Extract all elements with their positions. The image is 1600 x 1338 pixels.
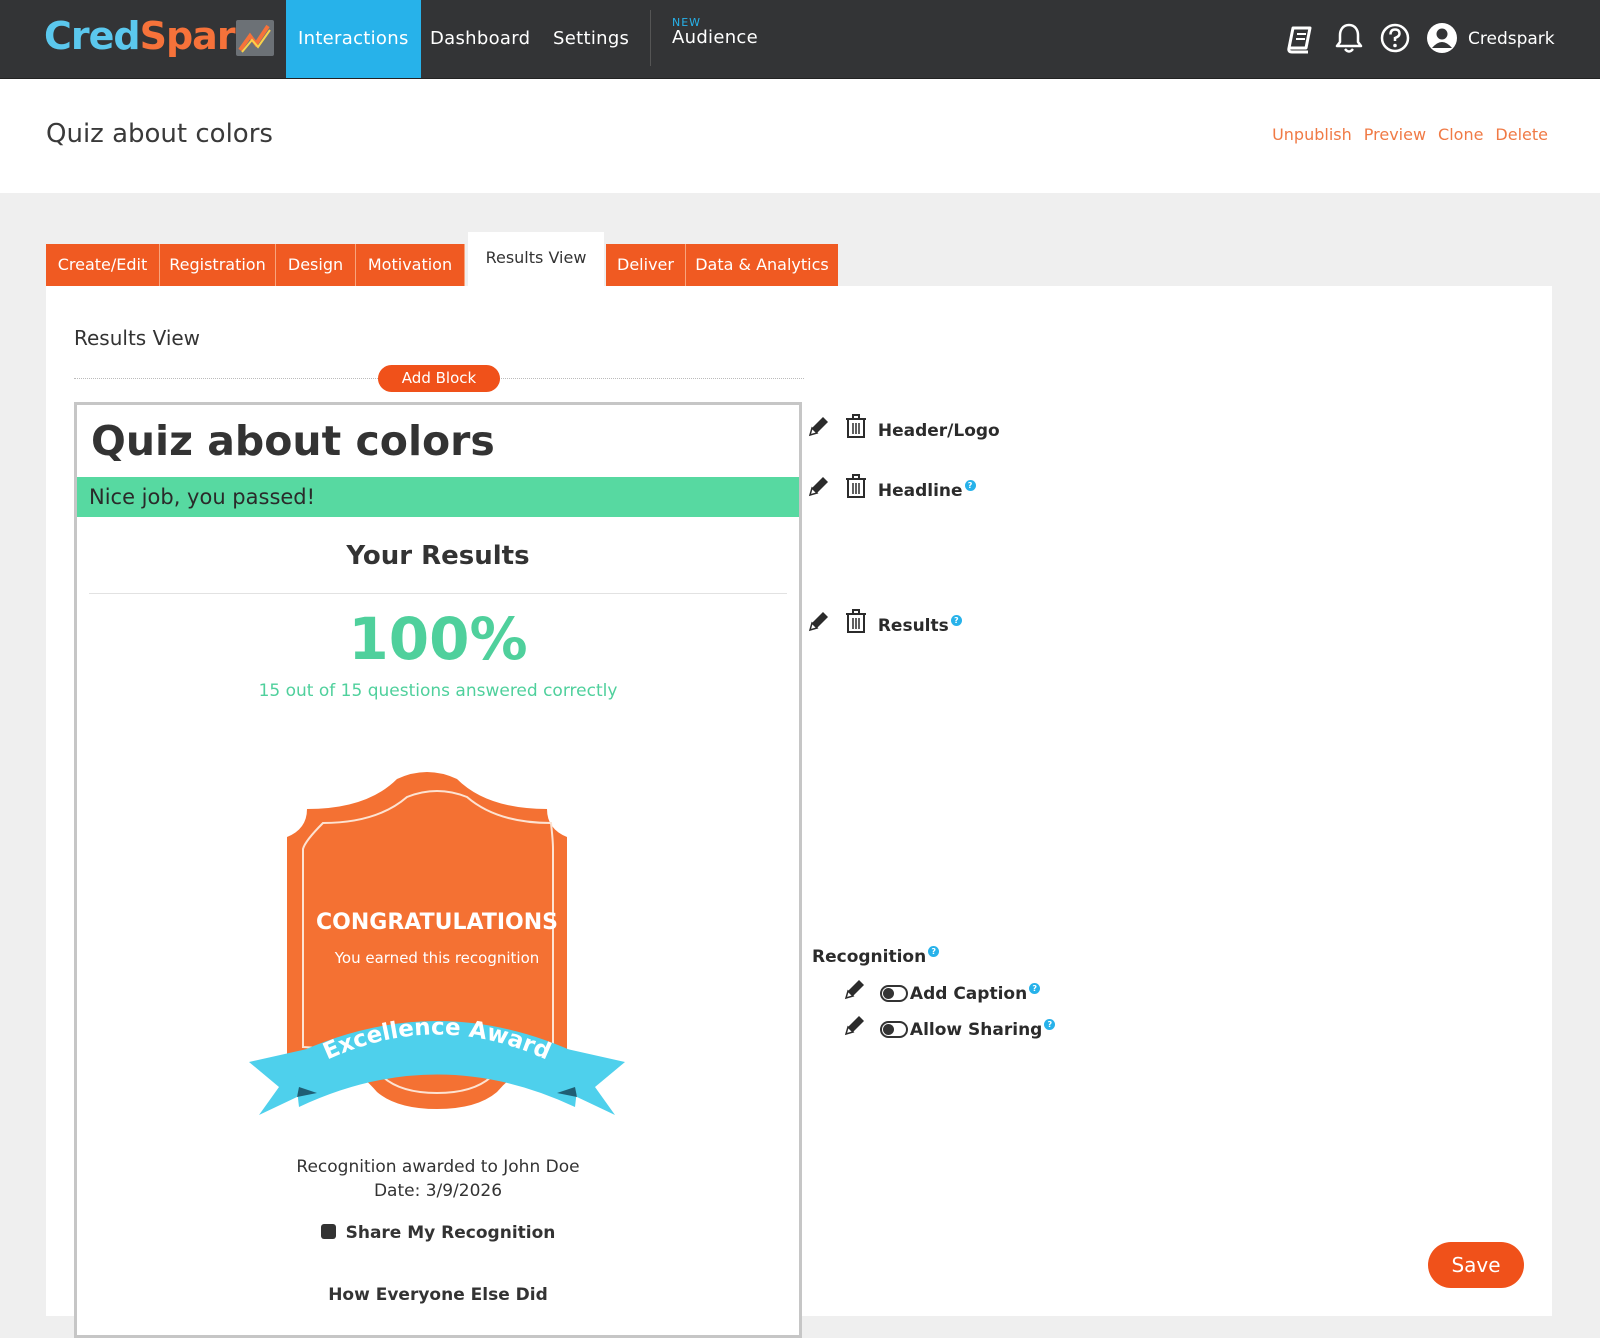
recognition-add-caption: Add Caption? xyxy=(842,976,1041,1004)
results-view-panel: Results View Add Block Quiz about colors… xyxy=(46,286,1552,1338)
tab-results-view[interactable]: Results View xyxy=(468,232,604,286)
share-recognition-link[interactable]: Share My Recognition xyxy=(77,1223,799,1243)
tab-deliver[interactable]: Deliver xyxy=(606,244,686,286)
pencil-icon[interactable] xyxy=(842,1012,868,1047)
help-badge-icon[interactable]: ? xyxy=(1044,1018,1056,1030)
tab-design[interactable]: Design xyxy=(276,244,356,286)
logo-chart-icon xyxy=(236,20,274,56)
nav-audience[interactable]: Audience xyxy=(672,27,758,48)
clone-link[interactable]: Clone xyxy=(1438,125,1483,144)
tab-create-edit[interactable]: Create/Edit xyxy=(46,244,160,286)
user-avatar-icon[interactable] xyxy=(1424,20,1460,56)
share-label: Share My Recognition xyxy=(345,1223,556,1243)
help-badge-icon[interactable]: ? xyxy=(950,614,962,626)
preview-link[interactable]: Preview xyxy=(1364,125,1426,144)
pencil-icon[interactable] xyxy=(806,473,832,508)
badge-shield-icon: CONGRATULATIONS You earned this recognit… xyxy=(249,772,625,1115)
score-percent: 100% xyxy=(348,605,528,673)
recognition-allow-sharing: Allow Sharing? xyxy=(842,1012,1056,1040)
block-label-headline: Headline xyxy=(877,480,963,501)
book-icon[interactable] xyxy=(1284,20,1320,56)
page-actions: Unpublish Preview Clone Delete xyxy=(1260,125,1548,144)
block-recognition: Recognition? xyxy=(812,943,940,971)
award-date: Date: 3/9/2026 xyxy=(373,1181,503,1201)
page-title: Quiz about colors xyxy=(46,119,273,149)
unpublish-link[interactable]: Unpublish xyxy=(1272,125,1352,144)
how-others-heading: How Everyone Else Did xyxy=(328,1285,548,1305)
help-icon[interactable] xyxy=(1377,20,1413,56)
add-caption-label: Add Caption xyxy=(909,983,1028,1004)
allow-sharing-toggle[interactable] xyxy=(879,1021,908,1038)
help-badge-icon[interactable]: ? xyxy=(928,946,940,957)
trash-icon[interactable] xyxy=(844,473,868,508)
tab-data-analytics[interactable]: Data & Analytics xyxy=(686,244,838,286)
block-label-recognition: Recognition xyxy=(812,947,927,967)
logo-text-cred: Cred xyxy=(44,14,141,58)
user-name[interactable]: Credspark xyxy=(1468,0,1555,78)
pencil-icon[interactable] xyxy=(806,413,832,448)
badge-title: CONGRATULATIONS xyxy=(316,910,558,935)
block-label-header-logo: Header/Logo xyxy=(877,420,1000,441)
your-results-heading: Your Results xyxy=(346,541,530,571)
results-preview: Quiz about colors Nice job, you passed! … xyxy=(74,402,802,1338)
tab-motivation[interactable]: Motivation xyxy=(356,244,465,286)
block-headline: Headline? xyxy=(806,473,976,501)
help-badge-icon[interactable]: ? xyxy=(964,479,976,491)
tab-registration[interactable]: Registration xyxy=(160,244,276,286)
trash-icon[interactable] xyxy=(844,608,868,643)
badge-subtitle: You earned this recognition xyxy=(334,949,540,967)
delete-link[interactable]: Delete xyxy=(1495,125,1548,144)
nav-interactions[interactable]: Interactions xyxy=(286,0,421,78)
section-label: Results View xyxy=(74,326,201,350)
block-results: Results? xyxy=(806,608,962,636)
nav-settings[interactable]: Settings xyxy=(553,0,629,78)
allow-sharing-label: Allow Sharing xyxy=(909,1019,1043,1040)
nav-dashboard[interactable]: Dashboard xyxy=(430,0,530,78)
help-badge-icon[interactable]: ? xyxy=(1029,982,1041,994)
add-caption-toggle[interactable] xyxy=(879,985,908,1002)
trash-icon[interactable] xyxy=(844,413,868,448)
save-button[interactable]: Save xyxy=(1428,1242,1524,1288)
awarded-text: Recognition awarded to John Doe xyxy=(296,1157,580,1177)
page-header: Quiz about colors Unpublish Preview Clone D… xyxy=(0,79,1600,193)
pencil-icon[interactable] xyxy=(842,976,868,1011)
results-divider xyxy=(89,593,787,594)
bell-icon[interactable] xyxy=(1331,20,1367,56)
block-header-logo: Header/Logo xyxy=(806,413,1000,441)
share-icon xyxy=(320,1224,336,1239)
nav-divider xyxy=(650,10,651,66)
recognition-badge: CONGRATULATIONS You earned this recognit… xyxy=(247,757,627,1127)
preview-title: Quiz about colors xyxy=(91,417,495,465)
score-detail: 15 out of 15 questions answered correctl… xyxy=(258,681,618,701)
pencil-icon[interactable] xyxy=(806,608,832,643)
preview-headline: Nice job, you passed! xyxy=(77,477,799,517)
add-block-button[interactable]: Add Block xyxy=(378,365,500,392)
credspark-logo[interactable]: CredSpark xyxy=(44,14,260,58)
top-navbar: CredSpark Interactions Dashboard Setting… xyxy=(0,0,1600,79)
block-label-results: Results xyxy=(877,615,949,636)
